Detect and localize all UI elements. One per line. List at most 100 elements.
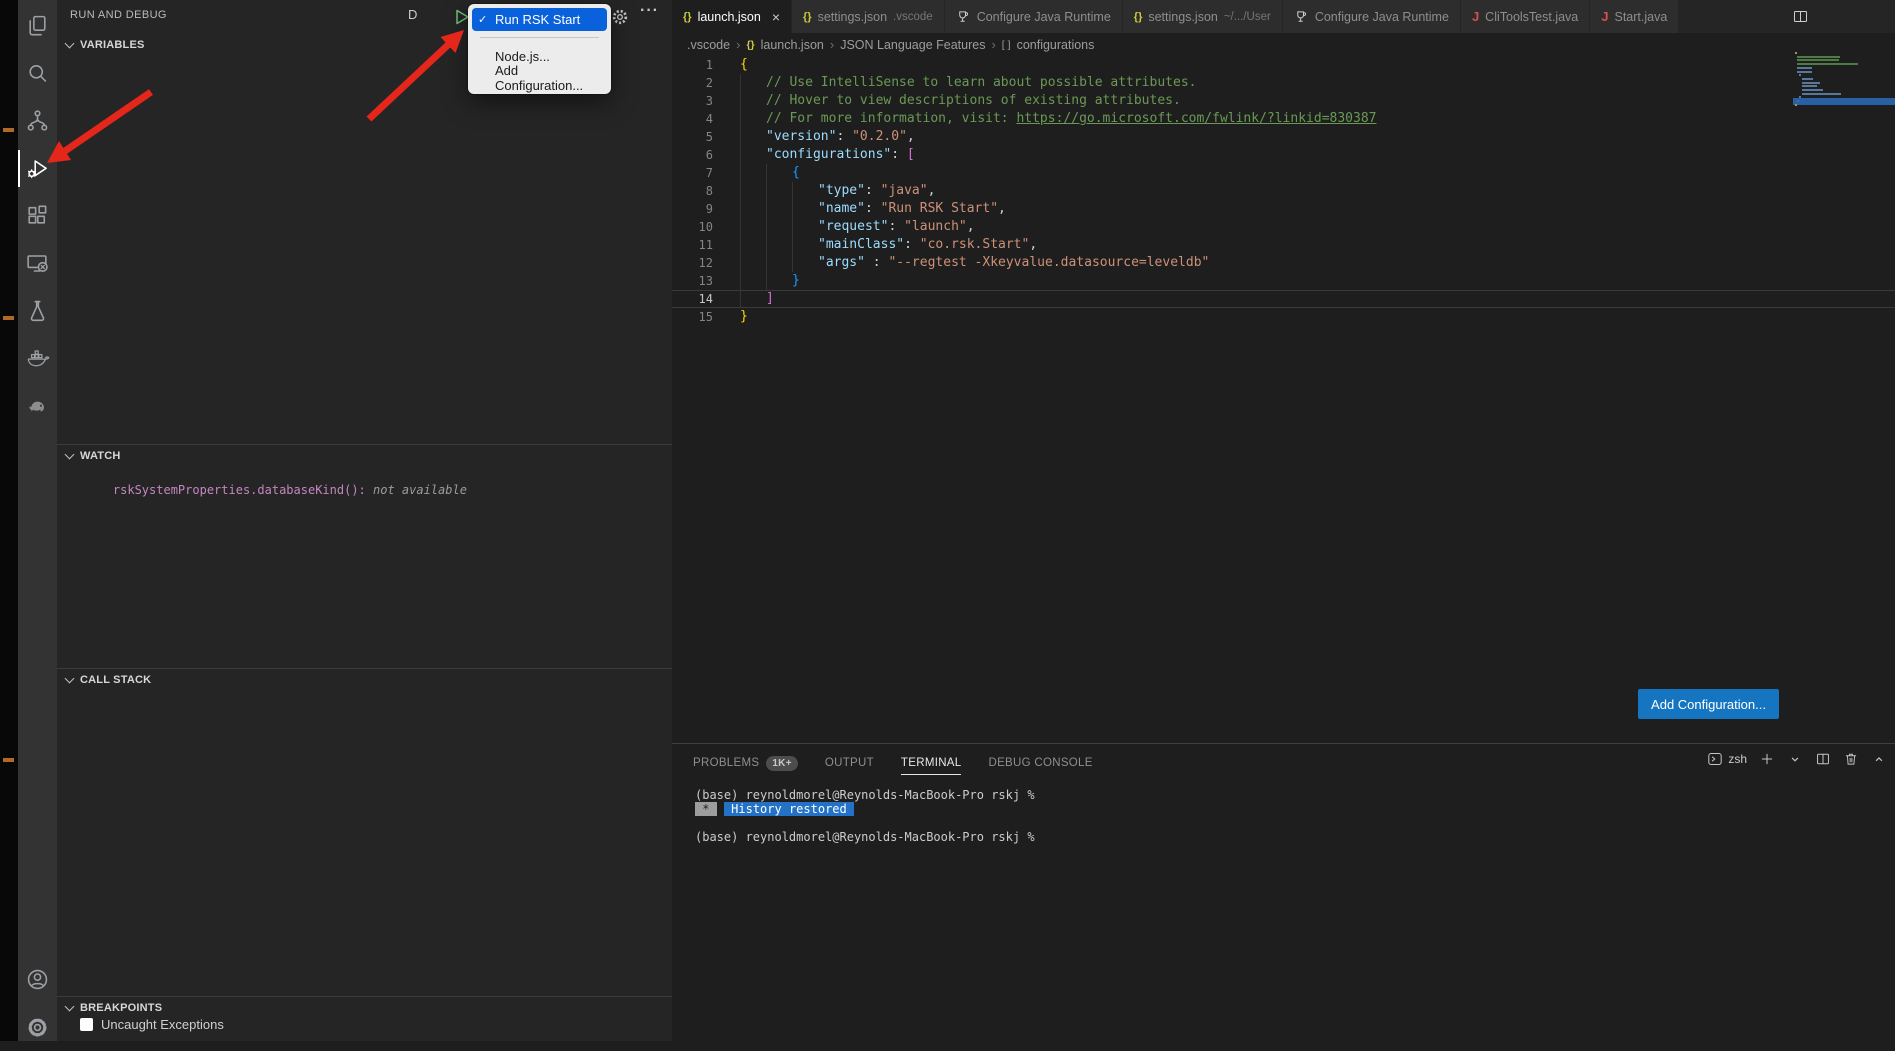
code-token: ,: [928, 182, 936, 200]
indent-guide: [766, 272, 792, 290]
panel-tab-terminal[interactable]: TERMINAL: [901, 744, 962, 782]
code-line-11[interactable]: 11"mainClass": "co.rsk.Start",: [672, 236, 1895, 254]
tab-label: Configure Java Runtime: [977, 10, 1111, 24]
docker-icon[interactable]: [18, 335, 57, 383]
account-icon[interactable]: [18, 956, 57, 1004]
code-line-8[interactable]: 8"type": "java",: [672, 182, 1895, 200]
panel-actions: zsh: [1707, 751, 1887, 767]
sidebar-title: RUN AND DEBUG: [70, 9, 167, 21]
code-line-6[interactable]: 6"configurations": [: [672, 146, 1895, 164]
line-number: 8: [672, 182, 713, 200]
breadcrumb-item[interactable]: JSON Language Features: [840, 38, 985, 52]
line-content: // Use IntelliSense to learn about possi…: [740, 74, 1196, 92]
tab-Configure Java Runtime[interactable]: Configure Java Runtime: [945, 0, 1123, 33]
code-line-4[interactable]: 4// For more information, visit: https:/…: [672, 110, 1895, 128]
terminal-dropdown-chevron-icon[interactable]: [1787, 751, 1803, 767]
breakpoints-section-header[interactable]: BREAKPOINTS: [57, 996, 672, 1018]
indent-guide: [740, 236, 766, 254]
menu-item-label: Add Configuration...: [495, 63, 599, 93]
code-line-10[interactable]: 10"request": "launch",: [672, 218, 1895, 236]
minimap[interactable]: [1793, 52, 1895, 132]
json-file-icon: {}: [746, 39, 754, 51]
code-token: "version": [766, 128, 836, 146]
testing-icon[interactable]: [18, 287, 57, 335]
search-icon[interactable]: [18, 50, 57, 98]
uncaught-exceptions-label: Uncaught Exceptions: [101, 1017, 224, 1032]
breadcrumb-item[interactable]: .vscode: [687, 38, 730, 52]
code-line-9[interactable]: 9"name": "Run RSK Start",: [672, 200, 1895, 218]
minimap-line: [1802, 78, 1814, 80]
terminal-text: *: [695, 802, 717, 816]
uncaught-exceptions-checkbox[interactable]: [80, 1018, 93, 1031]
minimap-line: [1797, 59, 1838, 61]
extensions-icon[interactable]: [18, 192, 57, 240]
gradle-icon[interactable]: [18, 382, 57, 430]
tab-CliToolsTest-java[interactable]: JCliToolsTest.java: [1461, 0, 1590, 33]
code-token: "0.2.0": [852, 128, 907, 146]
close-icon[interactable]: ×: [772, 9, 780, 25]
chevron-right-icon: ›: [830, 37, 834, 52]
call-stack-section-header[interactable]: CALL STACK: [57, 668, 672, 690]
breadcrumb[interactable]: .vscode›{}launch.json›JSON Language Feat…: [672, 33, 1895, 56]
split-editor-icon[interactable]: [1789, 0, 1811, 33]
explorer-icon[interactable]: [18, 2, 57, 50]
watch-section-header[interactable]: WATCH: [57, 444, 672, 466]
panel-tab-debug-console[interactable]: DEBUG CONSOLE: [988, 744, 1092, 782]
maximize-panel-chevron-icon[interactable]: [1871, 751, 1887, 767]
code-token: // Hover to view descriptions of existin…: [766, 92, 1181, 110]
settings-icon[interactable]: [18, 1004, 57, 1051]
add-configuration-button[interactable]: Add Configuration...: [1638, 689, 1779, 719]
code-line-1[interactable]: 1{: [672, 56, 1895, 74]
code-line-13[interactable]: 13}: [672, 272, 1895, 290]
source-control-icon[interactable]: [18, 97, 57, 145]
minimap-line: [1797, 56, 1840, 58]
code-line-3[interactable]: 3// Hover to view descriptions of existi…: [672, 92, 1895, 110]
split-terminal-icon[interactable]: [1815, 751, 1831, 767]
minimap-slider[interactable]: [1793, 98, 1895, 105]
panel-tab-problems[interactable]: PROBLEMS1K+: [693, 744, 798, 782]
code-editor[interactable]: 1{2// Use IntelliSense to learn about po…: [672, 56, 1895, 326]
debug-settings-gear-icon[interactable]: [610, 7, 630, 27]
panel-tab-output[interactable]: OUTPUT: [825, 744, 874, 782]
indent-guide: [792, 218, 818, 236]
breadcrumb-item[interactable]: launch.json: [761, 38, 824, 52]
editor-region: {}launch.json×{}settings.json.vscodeConf…: [672, 0, 1895, 743]
tab-settings-json[interactable]: {}settings.json~/.../User: [1123, 0, 1283, 33]
run-and-debug-sidebar: RUN AND DEBUG D ··· VARIABLES WATCH rskS…: [57, 0, 672, 1041]
minimap-line: [1802, 85, 1818, 87]
remote-explorer-icon[interactable]: [18, 240, 57, 288]
code-line-15[interactable]: 15}: [672, 308, 1895, 326]
kill-terminal-trash-icon[interactable]: [1843, 751, 1859, 767]
run-and-debug-icon[interactable]: [18, 145, 57, 193]
activity-bar-top: [18, 2, 57, 430]
code-token: :: [888, 218, 904, 236]
code-line-14[interactable]: 14]: [672, 290, 1895, 308]
new-terminal-icon[interactable]: [1759, 751, 1775, 767]
views-more-actions-icon[interactable]: ···: [640, 2, 659, 20]
code-token: "name": [818, 200, 865, 218]
menu-item-add-configuration[interactable]: Add Configuration...: [472, 67, 607, 88]
line-number: 15: [672, 308, 713, 326]
menu-separator: [480, 37, 599, 38]
code-line-5[interactable]: 5"version": "0.2.0",: [672, 128, 1895, 146]
code-line-12[interactable]: 12"args" : "--regtest -Xkeyvalue.datasou…: [672, 254, 1895, 272]
tab-Configure Java Runtime[interactable]: Configure Java Runtime: [1283, 0, 1461, 33]
terminal-instance-chip[interactable]: zsh: [1707, 751, 1747, 767]
code-line-7[interactable]: 7{: [672, 164, 1895, 182]
tab-settings-json[interactable]: {}settings.json.vscode: [792, 0, 945, 33]
code-token: "--regtest -Xkeyvalue.datasource=leveldb…: [888, 254, 1209, 272]
breadcrumb-item[interactable]: configurations: [1017, 38, 1095, 52]
terminal-output[interactable]: (base) reynoldmorel@Reynolds-MacBook-Pro…: [695, 788, 1035, 844]
breakpoint-row: Uncaught Exceptions: [80, 1017, 224, 1032]
tab-launch-json[interactable]: {}launch.json×: [672, 0, 792, 33]
menu-item-run-rsk-start[interactable]: ✓Run RSK Start: [472, 8, 607, 31]
tab-label: settings.json: [818, 10, 887, 24]
code-link[interactable]: https://go.microsoft.com/fwlink/?linkid=…: [1016, 110, 1376, 128]
debug-config-dropdown-clipped[interactable]: D: [408, 7, 417, 22]
tab-Start-java[interactable]: JStart.java: [1590, 0, 1679, 33]
code-token: {: [740, 56, 748, 74]
java-runtime-cup-icon: [956, 9, 971, 24]
code-token: :: [904, 236, 920, 254]
watch-expression-row[interactable]: rskSystemProperties.databaseKind(): not …: [84, 469, 467, 511]
code-line-2[interactable]: 2// Use IntelliSense to learn about poss…: [672, 74, 1895, 92]
